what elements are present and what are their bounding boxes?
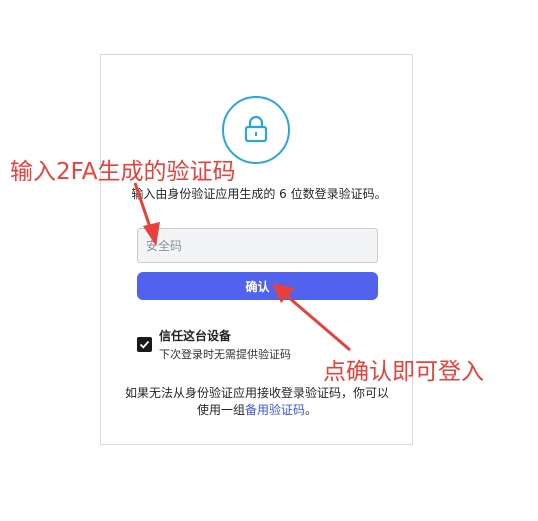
annotation-arrows xyxy=(133,182,351,352)
arrow-to-input xyxy=(133,182,160,246)
arrow-to-confirm xyxy=(272,283,351,352)
